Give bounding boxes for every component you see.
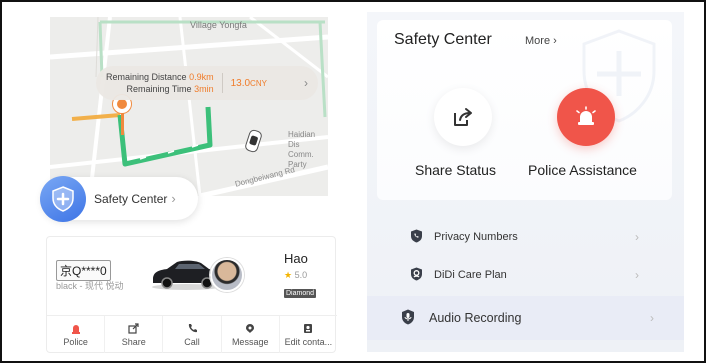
fare-value: 13.0: [230, 77, 251, 89]
remaining-time-label: Remaining Time: [126, 84, 192, 94]
share-action-label: Share: [121, 337, 146, 347]
chevron-right-icon: ›: [553, 35, 557, 47]
police-assistance-button[interactable]: [557, 88, 615, 146]
trip-info-bubble[interactable]: Remaining Distance 0.9km Remaining Time …: [96, 66, 318, 100]
police-siren-icon: [576, 106, 596, 125]
didi-care-plan-row[interactable]: DiDi Care Plan ›: [377, 256, 672, 294]
message-action-button[interactable]: Message: [222, 316, 280, 353]
edit-contact-action-button[interactable]: Edit conta...: [280, 316, 337, 353]
district-label: Haidian Dis Comm. Party: [288, 130, 328, 170]
message-action-label: Message: [231, 337, 269, 347]
trip-remaining-info: Remaining Distance 0.9km Remaining Time …: [106, 71, 214, 95]
didi-care-plan-label: DiDi Care Plan: [434, 269, 507, 281]
star-icon: ★: [284, 270, 293, 280]
shield-plus-icon: [40, 175, 86, 222]
call-action-button[interactable]: Call: [163, 316, 222, 353]
safety-center-button[interactable]: Safety Center ›: [40, 175, 198, 222]
care-plan-icon: [411, 267, 422, 281]
call-action-label: Call: [184, 337, 200, 347]
remaining-distance-label: Remaining Distance: [106, 72, 187, 82]
driver-avatar[interactable]: [210, 258, 244, 292]
start-pin-tail: [121, 113, 124, 135]
driver-rating: ★ 5.0: [284, 270, 307, 281]
remaining-distance-row: Remaining Distance 0.9km: [106, 71, 214, 83]
map-view[interactable]: Village Yongfa Haidian Dis Comm. Party D…: [50, 17, 328, 196]
chevron-right-icon: ›: [635, 268, 639, 282]
license-plate: 京Q****0: [56, 260, 111, 281]
trip-fare: 13.0CNY: [231, 78, 267, 89]
share-status-icon: [454, 108, 472, 126]
fare-unit: CNY: [250, 78, 267, 88]
chevron-right-icon: ›: [635, 230, 639, 244]
chevron-right-icon: ›: [171, 191, 176, 206]
edit-contact-action-label: Edit conta...: [284, 337, 333, 347]
edit-contact-icon: [303, 322, 313, 334]
safety-center-pill-label: Safety Center: [94, 191, 168, 206]
more-link[interactable]: More ›: [525, 35, 557, 47]
district-label-line-1: Haidian Dis: [288, 130, 316, 149]
safety-center-panel: Safety Center More › Share Status Police…: [367, 12, 684, 352]
audio-shield-icon: [402, 309, 414, 325]
police-action-label: Police: [63, 337, 88, 347]
chevron-right-icon: ›: [304, 76, 308, 90]
chevron-right-icon: ›: [650, 311, 654, 325]
police-assistance-label: Police Assistance: [528, 162, 637, 178]
privacy-numbers-row[interactable]: Privacy Numbers ›: [377, 218, 672, 256]
trip-divider: [221, 73, 223, 93]
driver-rating-value: 5.0: [294, 270, 308, 280]
privacy-numbers-label: Privacy Numbers: [434, 231, 518, 243]
audio-recording-label: Audio Recording: [429, 311, 522, 325]
driver-card: 京Q****0 black - 现代 悦动 Hao ★ 5.0 Diamond …: [46, 236, 337, 353]
phone-icon: [187, 322, 197, 334]
remaining-time-row: Remaining Time 3min: [106, 83, 214, 95]
driver-name: Hao: [284, 251, 308, 266]
police-light-icon: [71, 322, 81, 334]
share-status-button[interactable]: [434, 88, 492, 146]
police-action-button[interactable]: Police: [47, 316, 106, 353]
remaining-time-value: 3min: [194, 84, 214, 94]
remaining-distance-value: 0.9km: [189, 72, 214, 82]
driver-level-badge: Diamond: [284, 289, 317, 298]
village-label: Village Yongfa: [190, 20, 247, 30]
share-icon: [128, 322, 139, 334]
share-action-button[interactable]: Share: [105, 316, 164, 353]
car-description: black - 现代 悦动: [56, 281, 124, 291]
driver-actions-bar: Police Share Call Message Edit conta...: [47, 315, 337, 353]
message-icon: [245, 322, 255, 334]
shield-phone-icon: [411, 229, 422, 243]
audio-recording-row[interactable]: Audio Recording ›: [367, 296, 684, 340]
share-status-label: Share Status: [415, 162, 496, 178]
safety-center-title: Safety Center: [394, 31, 492, 48]
more-link-label: More: [525, 35, 551, 47]
